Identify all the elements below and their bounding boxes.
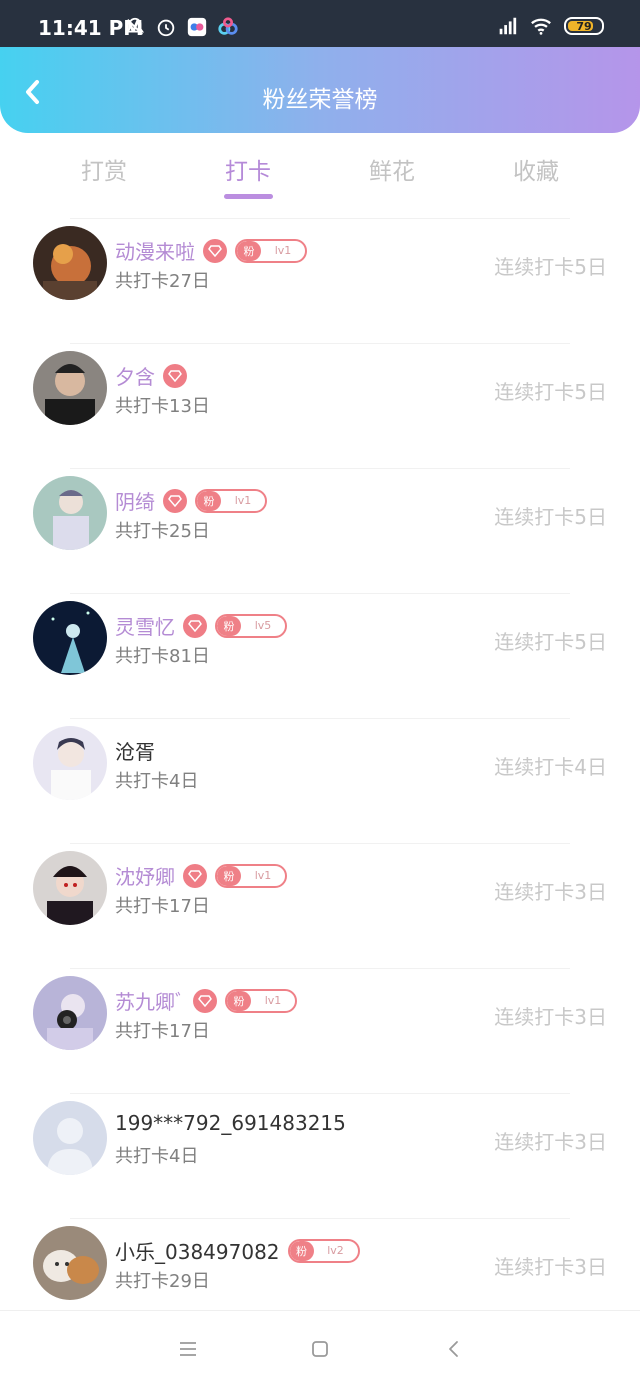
fan-badge: 粉 lv5 xyxy=(215,613,287,638)
list-item[interactable]: 夕含 共打卡13日 连续打卡5日 xyxy=(0,343,640,468)
total-checkin: 共打卡81日 xyxy=(115,646,210,667)
fan-badge: 粉 lv1 xyxy=(195,488,267,513)
home-icon[interactable] xyxy=(308,1337,332,1361)
user-name: 沈妤卿 xyxy=(115,865,175,889)
fan-badge: 粉 lv2 xyxy=(287,1238,360,1263)
user-name: 小乐_038497082 xyxy=(115,1240,280,1264)
user-name: 夕含 xyxy=(115,365,155,389)
alarm-icon xyxy=(157,19,175,37)
total-checkin: 共打卡25日 xyxy=(115,521,210,542)
user-name: 沧胥 xyxy=(115,740,155,764)
avatar xyxy=(33,1101,107,1175)
total-checkin: 共打卡29日 xyxy=(115,1271,210,1292)
user-name: 动漫来啦 xyxy=(115,240,195,264)
total-checkin: 共打卡27日 xyxy=(115,271,210,292)
user-name: 苏九卿ﾞ xyxy=(115,990,185,1014)
list-item[interactable]: 199***792_691483215 共打卡4日 连续打卡3日 xyxy=(0,1093,640,1218)
app-icon xyxy=(187,17,207,37)
total-checkin: 共打卡4日 xyxy=(115,1146,199,1167)
streak-text: 连续打卡4日 xyxy=(494,755,607,779)
avatar xyxy=(33,851,107,925)
streak-text: 连续打卡3日 xyxy=(494,1130,607,1154)
avatar xyxy=(33,726,107,800)
streak-text: 连续打卡5日 xyxy=(494,505,607,529)
battery-level: 79 xyxy=(576,19,592,33)
user-name: 199***792_691483215 xyxy=(115,1111,346,1135)
fan-badge: 粉 lv1 xyxy=(215,863,287,888)
avatar xyxy=(33,226,107,300)
streak-text: 连续打卡3日 xyxy=(494,1255,607,1279)
total-checkin: 共打卡13日 xyxy=(115,396,210,417)
avatar xyxy=(33,976,107,1050)
total-checkin: 共打卡4日 xyxy=(115,771,199,792)
total-checkin: 共打卡17日 xyxy=(115,1021,210,1042)
streak-text: 连续打卡3日 xyxy=(494,880,607,904)
total-checkin: 共打卡17日 xyxy=(115,896,210,917)
streak-text: 连续打卡5日 xyxy=(494,380,607,404)
tab-bar: 打赏 打卡 鲜花 收藏 xyxy=(0,140,640,202)
nav-bar: 粉丝荣誉榜 xyxy=(0,47,640,133)
list-item[interactable]: 阴绮 粉 lv1 共打卡25日 连续打卡5日 xyxy=(0,468,640,593)
avatar xyxy=(33,351,107,425)
list-item[interactable]: 灵雪忆 粉 lv5 共打卡81日 连续打卡5日 xyxy=(0,593,640,718)
diamond-icon xyxy=(203,238,227,263)
list-item[interactable]: 沧胥 共打卡4日 连续打卡4日 xyxy=(0,718,640,843)
user-name: 阴绮 xyxy=(115,490,155,514)
avatar xyxy=(33,476,107,550)
diamond-icon xyxy=(193,988,217,1013)
cloud-app-icon xyxy=(218,17,238,35)
fan-badge: 粉 lv1 xyxy=(235,238,307,263)
bell-off-icon xyxy=(125,17,145,35)
tab-flowers[interactable]: 鲜花 xyxy=(342,152,442,186)
diamond-icon xyxy=(183,613,207,638)
avatar xyxy=(33,1226,107,1300)
diamond-icon xyxy=(163,488,187,513)
avatar xyxy=(33,601,107,675)
diamond-icon xyxy=(183,863,207,888)
tab-favorites[interactable]: 收藏 xyxy=(486,152,586,186)
fan-list: 动漫来啦 粉 lv1 共打卡27日 连续打卡5日 夕含 共打卡13日 连续打卡5日… xyxy=(0,218,640,1343)
back-icon[interactable] xyxy=(442,1337,466,1361)
signal-icon xyxy=(499,17,517,35)
wifi-icon xyxy=(531,18,551,35)
system-nav-bar xyxy=(0,1310,640,1387)
user-name: 灵雪忆 xyxy=(115,615,175,639)
tab-checkin[interactable]: 打卡 xyxy=(198,152,298,186)
streak-text: 连续打卡5日 xyxy=(494,255,607,279)
menu-icon[interactable] xyxy=(176,1337,200,1361)
list-item[interactable]: 动漫来啦 粉 lv1 共打卡27日 连续打卡5日 xyxy=(0,218,640,343)
diamond-icon xyxy=(163,363,187,388)
fan-badge: 粉 lv1 xyxy=(225,988,297,1013)
battery-icon: 79 xyxy=(564,17,604,35)
list-item[interactable]: 苏九卿ﾞ 粉 lv1 共打卡17日 连续打卡3日 xyxy=(0,968,640,1093)
streak-text: 连续打卡5日 xyxy=(494,630,607,654)
page-title: 粉丝荣誉榜 xyxy=(262,87,378,113)
tab-reward[interactable]: 打赏 xyxy=(54,152,154,186)
status-bar: 11:41 PM 79 xyxy=(0,0,640,47)
streak-text: 连续打卡3日 xyxy=(494,1005,607,1029)
list-item[interactable]: 沈妤卿 粉 lv1 共打卡17日 连续打卡3日 xyxy=(0,843,640,968)
tab-indicator xyxy=(224,194,273,199)
